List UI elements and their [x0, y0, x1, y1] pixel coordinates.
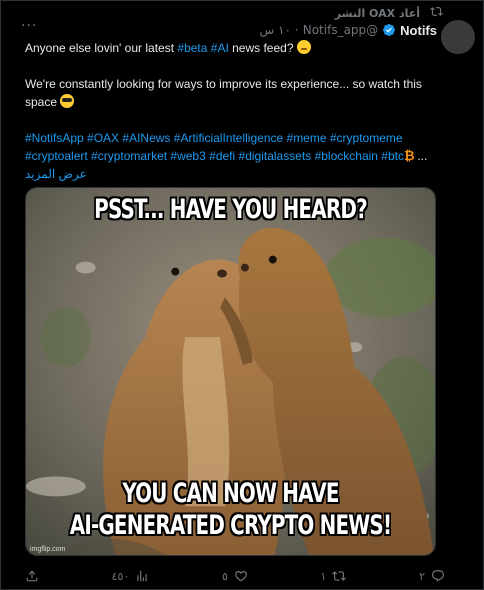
tweet-image[interactable]: PSST... HAVE YOU HEARD? YOU CAN NOW HAVE… [25, 187, 436, 556]
hashtag[interactable]: #btc [381, 149, 404, 163]
repost-label[interactable]: أعاد OAX النشر [335, 7, 420, 20]
meme-top-text: PSST... HAVE YOU HEARD? [94, 194, 367, 225]
share-button[interactable] [25, 569, 39, 583]
hashtag[interactable]: #meme [287, 131, 327, 145]
heart-icon [234, 569, 248, 583]
author-handle[interactable]: @Notifs_app [303, 23, 378, 37]
repost-icon [430, 5, 443, 21]
tweet-line-1: Anyone else lovin' our latest #beta #AI … [25, 39, 445, 57]
hashtag[interactable]: #cryptomeme [330, 131, 403, 145]
meme-bottom-text: YOU CAN NOW HAVE AI-GENERATED CRYPTO NEW… [63, 478, 398, 542]
hashtag-ai[interactable]: #AI [211, 41, 229, 55]
tweet-header: Notifs @Notifs_app · ١٠ س [260, 21, 437, 39]
hashtag[interactable]: #digitalassets [239, 149, 312, 163]
hashtag[interactable]: #cryptoalert [25, 149, 88, 163]
verified-badge-icon [382, 23, 396, 37]
wink-emoji-icon [296, 40, 311, 54]
bitcoin-emoji-icon: ₿ [404, 148, 415, 164]
hashtag[interactable]: #ArtificialIntelligence [174, 131, 283, 145]
show-more-link[interactable]: عرض المزيد [25, 167, 87, 181]
repost-action-icon [332, 569, 347, 583]
author-name[interactable]: Notifs [400, 23, 437, 38]
tweet-line-1-end: news feed? [228, 41, 297, 55]
views-count: ٤٥٠ [111, 569, 130, 583]
sunglasses-emoji-icon [60, 94, 75, 108]
like-count: ٥ [221, 569, 228, 583]
repost-button[interactable]: ١ [321, 569, 347, 583]
tweet-actions: ٤٥٠ ٥ ١ ٢ [25, 566, 445, 586]
reply-count: ٢ [419, 569, 425, 583]
hashtag[interactable]: #blockchain [315, 149, 378, 163]
repost-context: أعاد OAX النشر [335, 5, 443, 21]
header-separator: · [294, 23, 299, 37]
svg-text:₿: ₿ [404, 149, 414, 162]
meme-bottom-line-1: YOU CAN NOW HAVE [122, 478, 339, 509]
meme-bottom-line-2: AI-GENERATED CRYPTO NEWS! [69, 510, 392, 541]
hashtag-list: #NotifsApp #OAX #AINews #ArtificialIntel… [25, 129, 445, 183]
hashtag[interactable]: #cryptomarket [91, 149, 167, 163]
tweet-card[interactable]: أعاد OAX النشر Notifs @Notifs_app · ١٠ س… [0, 0, 484, 590]
hashtag-beta[interactable]: #beta [177, 41, 207, 55]
views-icon [135, 569, 149, 583]
views-button[interactable]: ٤٥٠ [112, 569, 150, 583]
share-icon [25, 569, 39, 583]
reply-icon [431, 569, 445, 583]
more-options-icon[interactable]: ··· [21, 19, 37, 33]
hashtag[interactable]: #AINews [122, 131, 170, 145]
hashtag[interactable]: #defi [209, 149, 235, 163]
ellipsis: ... [417, 149, 428, 163]
repost-count: ١ [320, 569, 327, 583]
tweet-line-1-text: Anyone else lovin' our latest [25, 41, 178, 55]
hashtag[interactable]: #NotifsApp [25, 131, 84, 145]
tweet-line-2-text: We're constantly looking for ways to imp… [25, 77, 422, 109]
reply-button[interactable]: ٢ [419, 569, 445, 583]
hashtag[interactable]: #OAX [87, 131, 119, 145]
avatar[interactable] [441, 20, 475, 54]
tweet-line-2: We're constantly looking for ways to imp… [25, 75, 445, 111]
timestamp[interactable]: ١٠ س [260, 23, 291, 37]
watermark: imgflip.com [30, 546, 66, 553]
like-button[interactable]: ٥ [222, 569, 248, 583]
hashtag[interactable]: #web3 [170, 149, 205, 163]
tweet-text: Anyone else lovin' our latest #beta #AI … [25, 39, 445, 183]
